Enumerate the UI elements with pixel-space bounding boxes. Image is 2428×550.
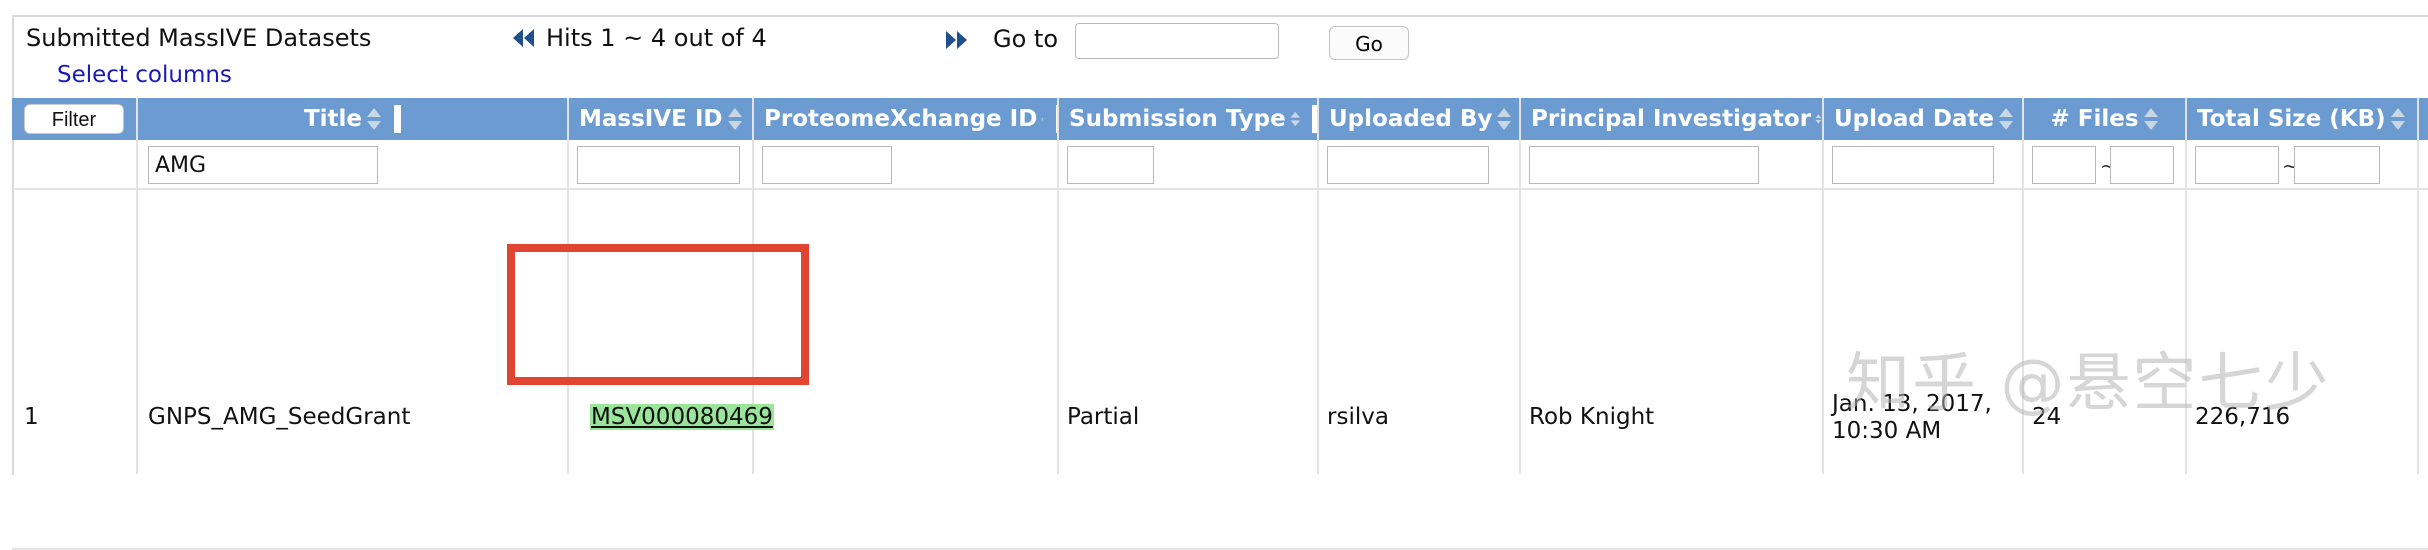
submission-type-filter-input[interactable]	[1067, 146, 1154, 184]
header-submission-type[interactable]: Submission Type	[1059, 98, 1317, 140]
massive-id-filter-input[interactable]	[577, 146, 740, 184]
massive-id-link[interactable]: MSV000080469	[590, 404, 774, 430]
proteomexchange-id-filter-input[interactable]	[762, 146, 892, 184]
annotation-highlight-box	[507, 244, 809, 385]
principal-investigator: Rob Knight	[1529, 404, 1655, 430]
last-page-icon[interactable]	[944, 30, 968, 54]
sort-icon[interactable]	[1496, 107, 1512, 131]
goto-page-input[interactable]	[1075, 23, 1279, 59]
goto-label: Go to	[993, 25, 1059, 53]
go-button[interactable]: Go	[1329, 26, 1409, 60]
sort-icon[interactable]	[727, 107, 743, 131]
size-min-input[interactable]	[2195, 146, 2279, 184]
submission-type: Partial	[1067, 404, 1140, 430]
select-columns-link[interactable]: Select columns	[57, 62, 232, 88]
files-max-input[interactable]	[2110, 146, 2174, 184]
total-size: 226,716	[2195, 404, 2291, 430]
sort-icon[interactable]	[366, 107, 382, 131]
filter-button[interactable]: Filter	[24, 104, 124, 134]
upload-date-line1: Jan. 13, 2017,	[1832, 391, 1992, 417]
column-more	[2417, 98, 2428, 474]
page-title: Submitted MassIVE Datasets	[26, 24, 372, 52]
row-index: 1	[24, 404, 39, 430]
first-page-icon[interactable]	[512, 28, 536, 48]
upload-date-line2: 10:30 AM	[1832, 418, 1942, 444]
pi-filter-input[interactable]	[1529, 146, 1759, 184]
header-uploaded-by[interactable]: Uploaded By	[1319, 98, 1519, 140]
datasets-table: Filter Title MassIVE ID ProteomeXchange …	[12, 98, 2428, 550]
panel-top-border	[12, 15, 2428, 17]
header-massive-id[interactable]: MassIVE ID	[569, 98, 752, 140]
sort-icon[interactable]	[1815, 107, 1822, 131]
header-files[interactable]: # Files	[2024, 98, 2185, 140]
size-max-input[interactable]	[2294, 146, 2380, 184]
header-principal-investigator[interactable]: Principal Investigator	[1521, 98, 1822, 140]
header-total-size[interactable]: Total Size (KB)	[2187, 98, 2417, 140]
sort-icon[interactable]	[1041, 107, 1044, 131]
dataset-title: GNPS_AMG_SeedGrant	[148, 404, 411, 430]
hits-count: Hits 1 ~ 4 out of 4	[546, 24, 767, 52]
sort-icon[interactable]	[2390, 107, 2406, 131]
uploaded-by: rsilva	[1327, 404, 1389, 430]
file-count: 24	[2032, 404, 2062, 430]
upload-date-filter-input[interactable]	[1832, 146, 1994, 184]
sort-icon[interactable]	[2143, 107, 2159, 131]
pagination: Hits 1 ~ 4 out of 4	[512, 24, 767, 52]
uploaded-by-filter-input[interactable]	[1327, 146, 1489, 184]
sort-icon[interactable]	[1290, 107, 1301, 131]
column-resize-handle[interactable]	[394, 105, 402, 133]
header-proteomexchange-id[interactable]: ProteomeXchange ID	[754, 98, 1057, 140]
sort-icon[interactable]	[1998, 107, 2014, 131]
header-upload-date[interactable]: Upload Date	[1824, 98, 2022, 140]
header-title[interactable]: Title	[138, 98, 567, 140]
files-min-input[interactable]	[2032, 146, 2096, 184]
title-filter-input[interactable]	[148, 146, 378, 184]
